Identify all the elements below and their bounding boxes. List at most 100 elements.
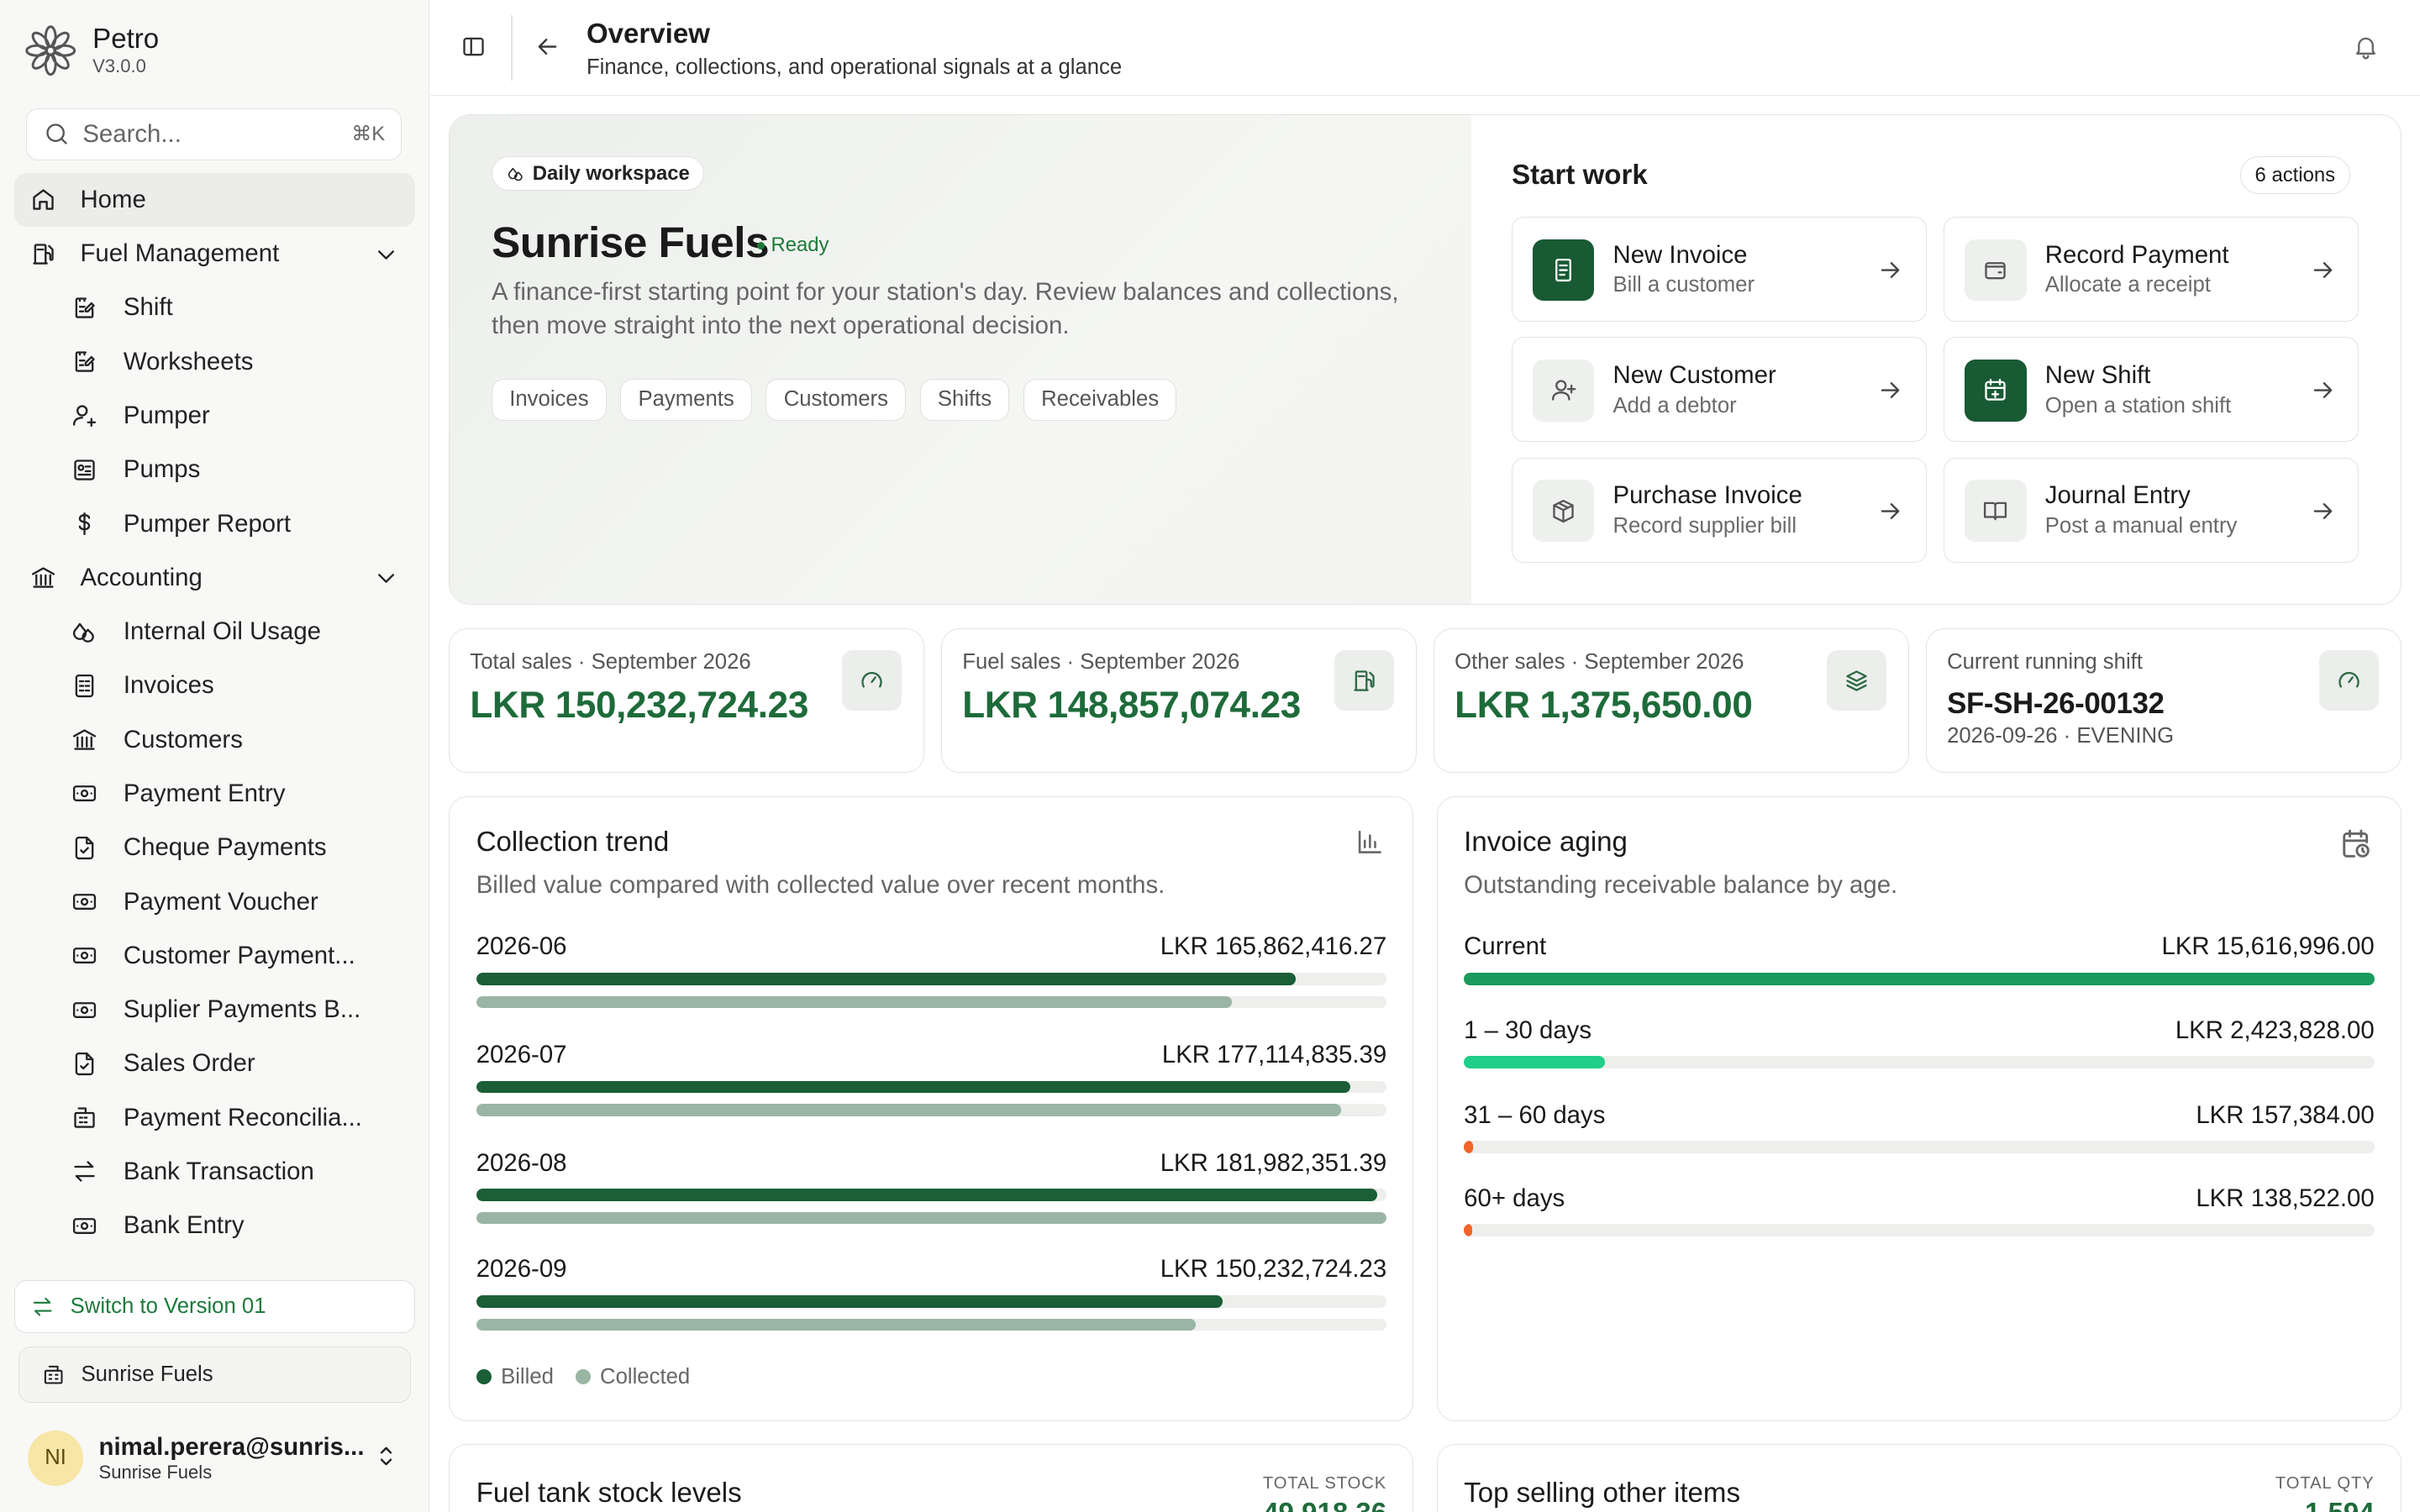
arrow-right-icon [2313,502,2333,519]
sidebar-item-label: Payment Reconcilia... [123,1103,362,1131]
sidebar-item-customer-payment[interactable]: Customer Payment... [14,929,416,983]
collected-bar [476,1211,1387,1225]
file-icon [76,1052,94,1075]
sidebar-item-pumper[interactable]: Pumper [14,389,416,443]
invoice-icon [1555,258,1572,282]
purchase-invoice-button[interactable]: Purchase Invoice Record supplier bill [1512,457,1928,563]
sidebar-item-invoices[interactable]: Invoices [14,659,416,712]
panel-description: Billed value compared with collected val… [476,870,1165,899]
sidebar-item-home[interactable]: Home [13,172,416,227]
collected-bar [476,995,1387,1009]
sidebar-item-worksheets[interactable]: Worksheets [14,335,416,389]
search-input[interactable]: Search... ⌘K [26,108,402,160]
workspace-tag-label: Daily workspace [532,161,690,185]
hero-description: A finance-first starting point for your … [492,277,1399,340]
sidebar-item-payment-reconciliation[interactable]: Payment Reconcilia... [14,1090,416,1144]
chevron-down-icon [377,249,394,260]
brand[interactable]: Petro V3.0.0 [24,24,159,76]
sidebar-item-fuel-management[interactable]: Fuel Management [14,227,416,281]
sidebar-item-label: Suplier Payments B... [123,995,361,1024]
billed-bar [476,1294,1387,1308]
action-subtitle: Record supplier bill [1612,513,1797,538]
organization-selector[interactable]: Sunrise Fuels [18,1347,411,1403]
total-stock-value: 49,918.36 [1263,1498,1386,1512]
toggle-sidebar-button[interactable] [460,33,487,60]
record-payment-button[interactable]: Record Payment Allocate a receipt [1944,217,2360,323]
sidebar-item-supplier-payments[interactable]: Suplier Payments B... [14,983,416,1037]
hero-intro: Daily workspace Sunrise Fuels Ready A fi… [450,114,1472,604]
fuel-icon [33,243,54,265]
a-icon [1532,360,1595,422]
sidebar-item-cheque-payments[interactable]: Cheque Payments [14,821,416,874]
new-invoice-button[interactable]: New Invoice Bill a customer [1512,217,1928,323]
collected-bar [476,1104,1387,1116]
trend-amount: LKR 177,114,835.39 [1161,1040,1387,1068]
sidebar-item-bank-entry[interactable]: Bank Entry [14,1199,416,1252]
register-icon [74,1107,96,1128]
aging-amount: LKR 15,616,996.00 [2161,932,2375,961]
sidebar-item-pumps[interactable]: Pumps [14,443,416,496]
action-title: Purchase Invoice [1612,481,1802,510]
sidebar-item-internal-oil-usage[interactable]: Internal Oil Usage [14,605,416,659]
sidebar-item-payment-entry[interactable]: Payment Entry [14,767,416,821]
stat-value: LKR 148,857,074.23 [962,684,1301,726]
droplets-icon [508,167,523,181]
sidebar-item-label: Cheque Payments [123,833,327,862]
search-icon [45,123,67,144]
action-subtitle: Allocate a receipt [2044,273,2211,297]
notifications-button[interactable] [2352,33,2380,60]
sidebar-item-accounting[interactable]: Accounting [14,551,416,605]
wallet-icon [1985,262,2007,280]
collection-trend-panel: Collection trend Billed value compared w… [449,795,1414,1421]
sidebar-item-payment-voucher[interactable]: Payment Voucher [14,874,416,928]
aging-bar [1464,973,2375,985]
a-icon [1532,239,1595,302]
action-subtitle: Add a debtor [1612,393,1737,417]
bell-icon [2356,37,2376,59]
billed-bar [476,1080,1387,1094]
new-customer-button[interactable]: New Customer Add a debtor [1512,337,1928,443]
file-icon [76,836,94,859]
legend-label: Collected [600,1364,691,1389]
trend-period: 2026-07 [476,1040,567,1068]
bank-icon [73,729,97,750]
oil-drop-icon [73,622,95,643]
stat-label: Other sales · September 2026 [1455,650,1744,675]
edit-note-icon [76,297,96,318]
calendar-plus-icon [1985,379,2007,402]
billed-bar [476,1189,1387,1201]
sidebar-item-sales-order[interactable]: Sales Order [14,1037,416,1090]
chip-shifts[interactable]: Shifts [919,378,1010,421]
aging-amount: LKR 2,423,828.00 [2175,1016,2375,1044]
stat-value: LKR 1,375,650.00 [1455,684,1753,726]
user-plus-icon [1552,380,1576,402]
sidebar-item-shift[interactable]: Shift [14,281,416,334]
switch-version-button[interactable]: Switch to Version 01 [13,1280,416,1333]
journal-entry-button[interactable]: Journal Entry Post a manual entry [1944,457,2360,563]
top-items-panel: Top selling other items TOTAL QTY 1,594 [1436,1444,2402,1512]
a-icon [1965,239,2027,302]
aging-bucket: 31 – 60 days [1464,1100,1606,1129]
legend-collected: Collected [575,1364,691,1389]
user-menu[interactable]: NI nimal.perera@sunris... Sunrise Fuels [28,1427,406,1488]
sidebar-item-label: Payment Entry [123,779,286,807]
gauge-icon [861,671,882,688]
sidebar-item-pumper-report[interactable]: Pumper Report [14,496,416,550]
shift-date: 2026-09-26 · EVENING [1947,724,2175,748]
new-shift-button[interactable]: New Shift Open a station shift [1944,337,2360,443]
back-button[interactable] [534,33,561,60]
sidebar-item-label: Customers [123,725,243,753]
sidebar-item-bank-transaction[interactable]: Bank Transaction [14,1145,416,1199]
action-title: New Customer [1612,360,1776,389]
chip-receivables[interactable]: Receivables [1023,378,1177,421]
trend-period: 2026-09 [476,1255,567,1284]
collected-bar-fill [476,995,1232,1009]
sidebar-item-customers[interactable]: Customers [14,713,416,767]
chip-payments[interactable]: Payments [620,378,752,421]
sidebar-item-label: Bank Entry [123,1211,245,1240]
chip-invoices[interactable]: Invoices [492,378,607,421]
chip-customers[interactable]: Customers [765,378,907,421]
trend-amount: LKR 150,232,724.23 [1160,1255,1387,1284]
legend-swatch [575,1368,591,1385]
arrow-right-icon [2313,262,2333,278]
